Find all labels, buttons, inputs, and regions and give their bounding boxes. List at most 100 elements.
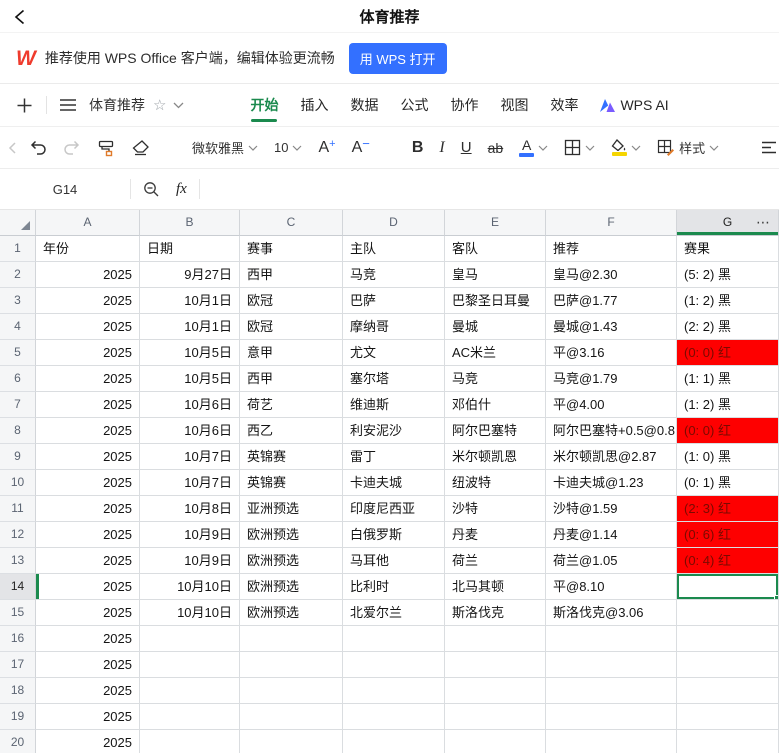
cell-F13[interactable]: 荷兰@1.05: [546, 548, 677, 574]
cell-E10[interactable]: 纽波特: [445, 470, 546, 496]
strikethrough-button[interactable]: ab: [480, 132, 512, 164]
cell-C2[interactable]: 西甲: [240, 262, 343, 288]
cell-F14[interactable]: 平@8.10: [546, 574, 677, 600]
cell-E1[interactable]: 客队: [445, 236, 546, 262]
cell-A6[interactable]: 2025: [36, 366, 140, 392]
row-header-18[interactable]: 18: [0, 678, 36, 704]
cell-E17[interactable]: [445, 652, 546, 678]
bold-button[interactable]: B: [404, 132, 432, 164]
cell-B9[interactable]: 10月7日: [140, 444, 240, 470]
cell-C7[interactable]: 荷艺: [240, 392, 343, 418]
italic-button[interactable]: I: [431, 132, 452, 164]
cell-C5[interactable]: 意甲: [240, 340, 343, 366]
collapse-toolbar-button[interactable]: [4, 132, 21, 164]
cell-D4[interactable]: 摩纳哥: [343, 314, 445, 340]
cell-B13[interactable]: 10月9日: [140, 548, 240, 574]
cell-A5[interactable]: 2025: [36, 340, 140, 366]
cell-D15[interactable]: 北爱尔兰: [343, 600, 445, 626]
cell-F3[interactable]: 巴萨@1.77: [546, 288, 677, 314]
cell-G18[interactable]: [677, 678, 779, 704]
align-left-button[interactable]: [753, 132, 779, 164]
cell-G20[interactable]: [677, 730, 779, 753]
cell-E13[interactable]: 荷兰: [445, 548, 546, 574]
row-header-19[interactable]: 19: [0, 704, 36, 730]
cell-E4[interactable]: 曼城: [445, 314, 546, 340]
cell-F15[interactable]: 斯洛伐克@3.06: [546, 600, 677, 626]
row-header-5[interactable]: 5: [0, 340, 36, 366]
cell-D10[interactable]: 卡迪夫城: [343, 470, 445, 496]
cell-A4[interactable]: 2025: [36, 314, 140, 340]
select-all-corner[interactable]: [0, 210, 36, 236]
cell-G17[interactable]: [677, 652, 779, 678]
cell-E18[interactable]: [445, 678, 546, 704]
cell-F10[interactable]: 卡迪夫城@1.23: [546, 470, 677, 496]
row-header-7[interactable]: 7: [0, 392, 36, 418]
cell-F8[interactable]: 阿尔巴塞特+0.5@0.8: [546, 418, 677, 444]
cell-C12[interactable]: 欧洲预选: [240, 522, 343, 548]
cell-F1[interactable]: 推荐: [546, 236, 677, 262]
cell-G10[interactable]: (0: 1) 黑: [677, 470, 779, 496]
cell-D12[interactable]: 白俄罗斯: [343, 522, 445, 548]
column-header-G[interactable]: G⋯: [677, 210, 779, 236]
cell-C13[interactable]: 欧洲预选: [240, 548, 343, 574]
column-header-B[interactable]: B: [140, 210, 240, 236]
row-header-15[interactable]: 15: [0, 600, 36, 626]
decrease-font-button[interactable]: A−: [344, 132, 378, 164]
cell-G14[interactable]: [677, 574, 779, 600]
cell-B12[interactable]: 10月9日: [140, 522, 240, 548]
insert-function-button[interactable]: fx: [172, 181, 199, 198]
row-header-9[interactable]: 9: [0, 444, 36, 470]
cell-C19[interactable]: [240, 704, 343, 730]
cell-C4[interactable]: 欧冠: [240, 314, 343, 340]
cell-G8[interactable]: (0: 0) 红: [677, 418, 779, 444]
row-header-11[interactable]: 11: [0, 496, 36, 522]
cell-D14[interactable]: 比利时: [343, 574, 445, 600]
cell-C14[interactable]: 欧洲预选: [240, 574, 343, 600]
cell-B18[interactable]: [140, 678, 240, 704]
zoom-out-button[interactable]: [131, 181, 172, 198]
cell-A17[interactable]: 2025: [36, 652, 140, 678]
cell-A1[interactable]: 年份: [36, 236, 140, 262]
cell-E12[interactable]: 丹麦: [445, 522, 546, 548]
cell-B2[interactable]: 9月27日: [140, 262, 240, 288]
row-header-3[interactable]: 3: [0, 288, 36, 314]
cell-F20[interactable]: [546, 730, 677, 753]
cell-C10[interactable]: 英锦赛: [240, 470, 343, 496]
cell-F16[interactable]: [546, 626, 677, 652]
cell-B11[interactable]: 10月8日: [140, 496, 240, 522]
cell-D2[interactable]: 马竞: [343, 262, 445, 288]
cell-A2[interactable]: 2025: [36, 262, 140, 288]
cell-A11[interactable]: 2025: [36, 496, 140, 522]
cell-B19[interactable]: [140, 704, 240, 730]
column-header-D[interactable]: D: [343, 210, 445, 236]
row-header-1[interactable]: 1: [0, 236, 36, 262]
tab-视图[interactable]: 视图: [500, 84, 528, 126]
cell-D3[interactable]: 巴萨: [343, 288, 445, 314]
cell-G2[interactable]: (5: 2) 黑: [677, 262, 779, 288]
cell-style-button[interactable]: 样式: [649, 132, 727, 164]
cell-F11[interactable]: 沙特@1.59: [546, 496, 677, 522]
cell-A19[interactable]: 2025: [36, 704, 140, 730]
open-in-wps-button[interactable]: 用 WPS 打开: [349, 43, 447, 74]
cell-D9[interactable]: 雷丁: [343, 444, 445, 470]
cell-A3[interactable]: 2025: [36, 288, 140, 314]
cell-B3[interactable]: 10月1日: [140, 288, 240, 314]
cell-C1[interactable]: 赛事: [240, 236, 343, 262]
row-header-4[interactable]: 4: [0, 314, 36, 340]
font-color-button[interactable]: A: [511, 132, 556, 164]
column-header-E[interactable]: E: [445, 210, 546, 236]
row-header-16[interactable]: 16: [0, 626, 36, 652]
row-header-6[interactable]: 6: [0, 366, 36, 392]
cell-C3[interactable]: 欧冠: [240, 288, 343, 314]
column-header-C[interactable]: C: [240, 210, 343, 236]
cell-D18[interactable]: [343, 678, 445, 704]
cell-A8[interactable]: 2025: [36, 418, 140, 444]
cell-D8[interactable]: 利安泥沙: [343, 418, 445, 444]
fill-color-button[interactable]: [603, 132, 649, 164]
cell-G19[interactable]: [677, 704, 779, 730]
cell-C9[interactable]: 英锦赛: [240, 444, 343, 470]
column-header-F[interactable]: F: [546, 210, 677, 236]
cell-D13[interactable]: 马耳他: [343, 548, 445, 574]
tab-协作[interactable]: 协作: [450, 84, 478, 126]
cell-D7[interactable]: 维迪斯: [343, 392, 445, 418]
